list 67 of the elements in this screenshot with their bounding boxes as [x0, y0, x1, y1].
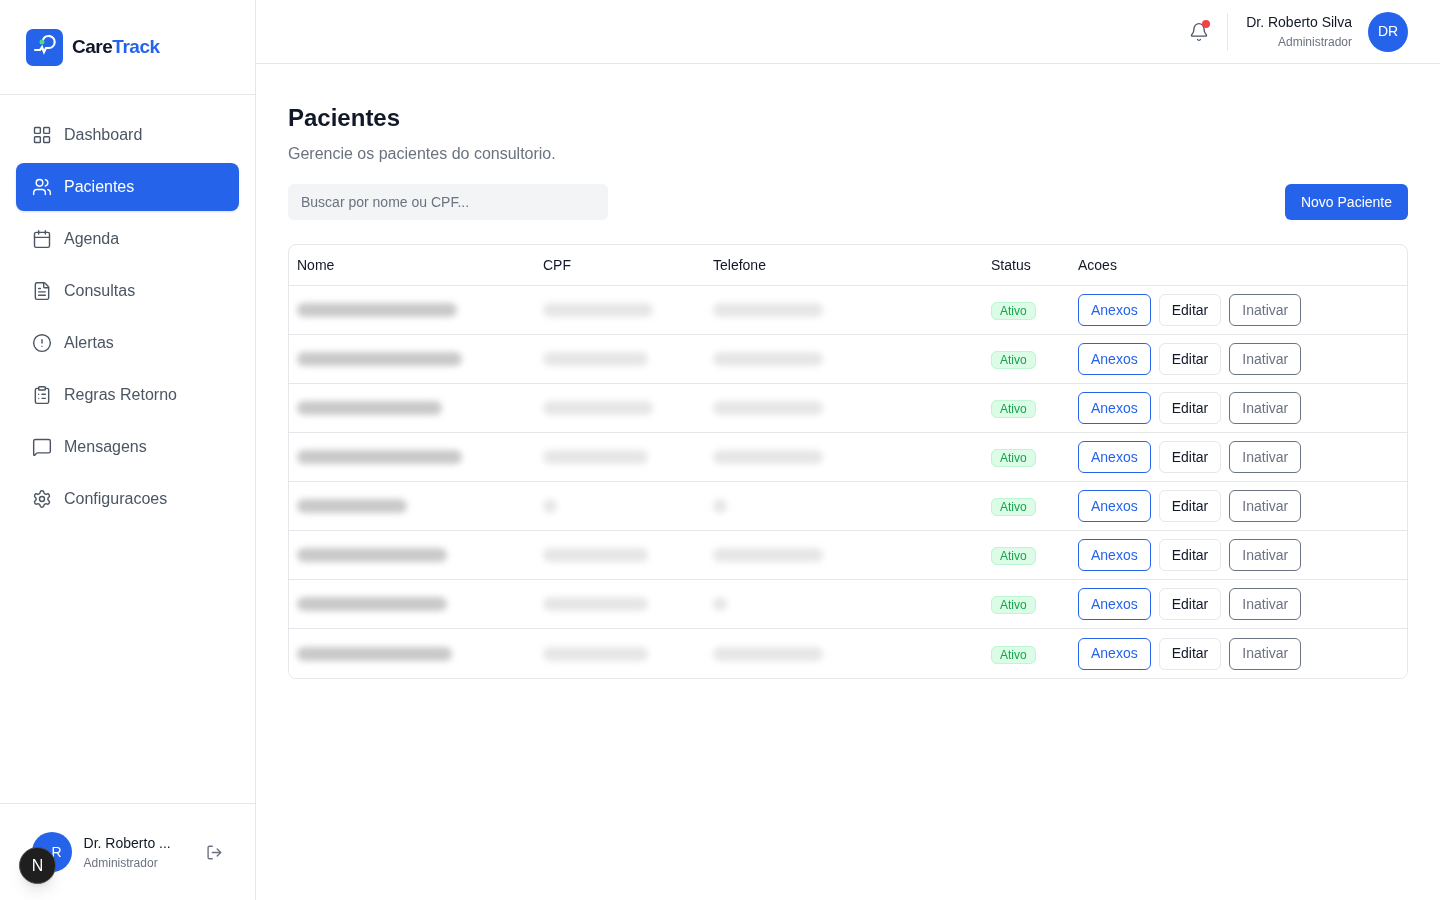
new-patient-button[interactable]: Novo Paciente: [1284, 184, 1408, 220]
settings-icon: [32, 489, 52, 509]
attachments-button[interactable]: Anexos: [1078, 441, 1151, 473]
status-badge: Ativo: [991, 547, 1036, 565]
edit-button[interactable]: Editar: [1158, 392, 1222, 424]
search-field[interactable]: Buscar por nome ou CPF...: [288, 184, 608, 220]
status-badge: Ativo: [991, 498, 1036, 516]
page-title: Pacientes: [288, 103, 402, 133]
logout-icon[interactable]: [206, 843, 223, 861]
deactivate-button[interactable]: Inativar: [1229, 588, 1302, 620]
nav-item[interactable]: Consultas: [16, 267, 239, 315]
nav-item[interactable]: Pacientes: [16, 163, 239, 211]
column-header: Telefone: [713, 255, 767, 275]
user-role: Administrador: [1277, 34, 1352, 51]
column-header: Acoes: [1078, 255, 1118, 275]
clipboard-icon: [32, 385, 52, 405]
status-badge: Ativo: [991, 351, 1036, 369]
edit-button[interactable]: Editar: [1158, 490, 1222, 522]
brand-name: CareTrack: [72, 34, 160, 59]
user-avatar[interactable]: DR: [1368, 11, 1408, 52]
deactivate-button[interactable]: Inativar: [1229, 539, 1302, 571]
grid-icon: [32, 125, 52, 145]
attachments-button[interactable]: Anexos: [1078, 539, 1151, 571]
deactivate-button[interactable]: Inativar: [1229, 490, 1302, 522]
notification-button[interactable]: [1189, 21, 1210, 42]
status-badge: Ativo: [991, 596, 1036, 614]
user-name: Dr. Roberto Silva: [1246, 13, 1352, 32]
attachments-button[interactable]: Anexos: [1078, 294, 1151, 326]
deactivate-button[interactable]: Inativar: [1229, 637, 1302, 670]
nav-item[interactable]: Configuracoes: [16, 475, 239, 523]
nav-item[interactable]: Agenda: [16, 215, 239, 263]
status-badge: Ativo: [991, 645, 1036, 664]
nav-item[interactable]: Mensagens: [16, 423, 239, 471]
deactivate-button[interactable]: Inativar: [1229, 294, 1302, 326]
edit-button[interactable]: Editar: [1158, 637, 1222, 670]
edit-button[interactable]: Editar: [1158, 441, 1222, 473]
edit-button[interactable]: Editar: [1158, 343, 1222, 375]
users-icon: [32, 177, 52, 197]
alert-icon: [32, 333, 52, 353]
deactivate-button[interactable]: Inativar: [1229, 343, 1302, 375]
column-header: CPF: [543, 255, 572, 275]
document-icon: [32, 281, 52, 301]
status-badge: Ativo: [991, 302, 1036, 320]
attachments-button[interactable]: Anexos: [1078, 343, 1151, 375]
column-header: Status: [991, 255, 1032, 275]
attachments-button[interactable]: Anexos: [1078, 588, 1151, 620]
deactivate-button[interactable]: Inativar: [1229, 441, 1302, 473]
user-name: Dr. Roberto ...: [83, 833, 172, 853]
bell-icon: [1189, 21, 1210, 42]
edit-button[interactable]: Editar: [1158, 294, 1222, 326]
user-role: Administrador: [83, 854, 159, 872]
nav-item[interactable]: Dashboard: [16, 111, 239, 159]
logo-icon: [26, 28, 63, 66]
calendar-icon: [32, 229, 52, 249]
nav-item[interactable]: Regras Retorno: [16, 371, 239, 419]
column-header: Nome: [297, 255, 336, 275]
edit-button[interactable]: Editar: [1158, 539, 1222, 571]
attachments-button[interactable]: Anexos: [1078, 490, 1151, 522]
attachments-button[interactable]: Anexos: [1078, 637, 1151, 670]
status-badge: Ativo: [991, 400, 1036, 418]
attachments-button[interactable]: Anexos: [1078, 392, 1151, 424]
nav-item[interactable]: Alertas: [16, 319, 239, 367]
deactivate-button[interactable]: Inativar: [1229, 392, 1302, 424]
edit-button[interactable]: Editar: [1158, 588, 1222, 620]
page-subtitle: Gerencie os pacientes do consultorio.: [288, 144, 557, 164]
message-icon: [32, 437, 52, 457]
status-badge: Ativo: [991, 449, 1036, 467]
